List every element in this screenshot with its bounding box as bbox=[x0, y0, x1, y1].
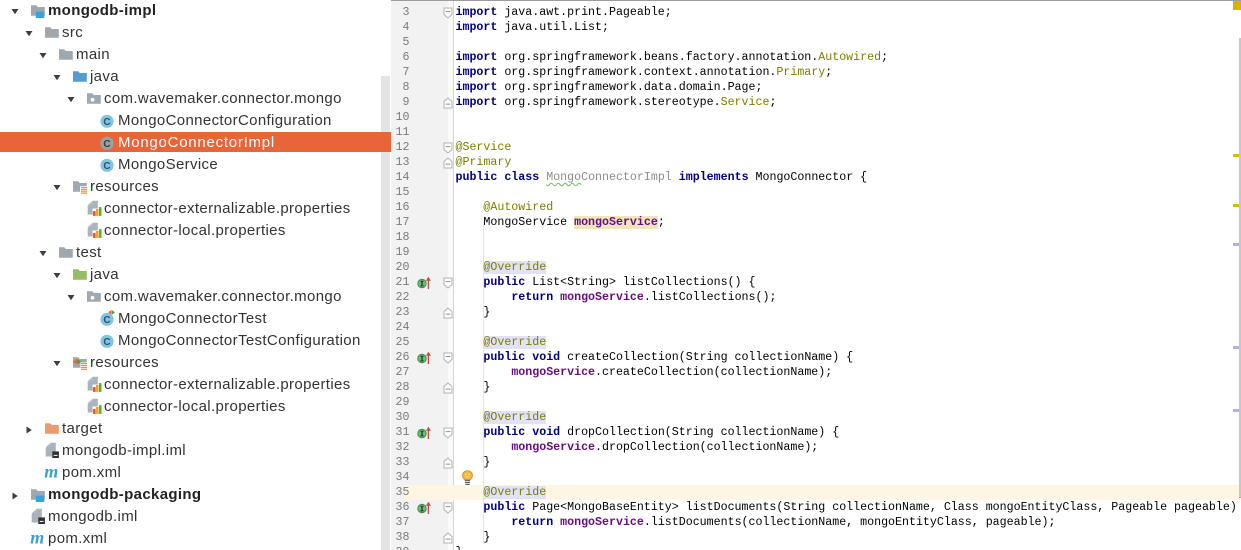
svg-text:m: m bbox=[30, 530, 44, 546]
svg-text:C: C bbox=[103, 337, 110, 348]
svg-text:m: m bbox=[44, 464, 58, 480]
svg-text:C: C bbox=[103, 315, 110, 326]
svg-text:C: C bbox=[103, 117, 110, 128]
svg-text:C: C bbox=[103, 139, 110, 150]
svg-text:C: C bbox=[103, 161, 110, 172]
